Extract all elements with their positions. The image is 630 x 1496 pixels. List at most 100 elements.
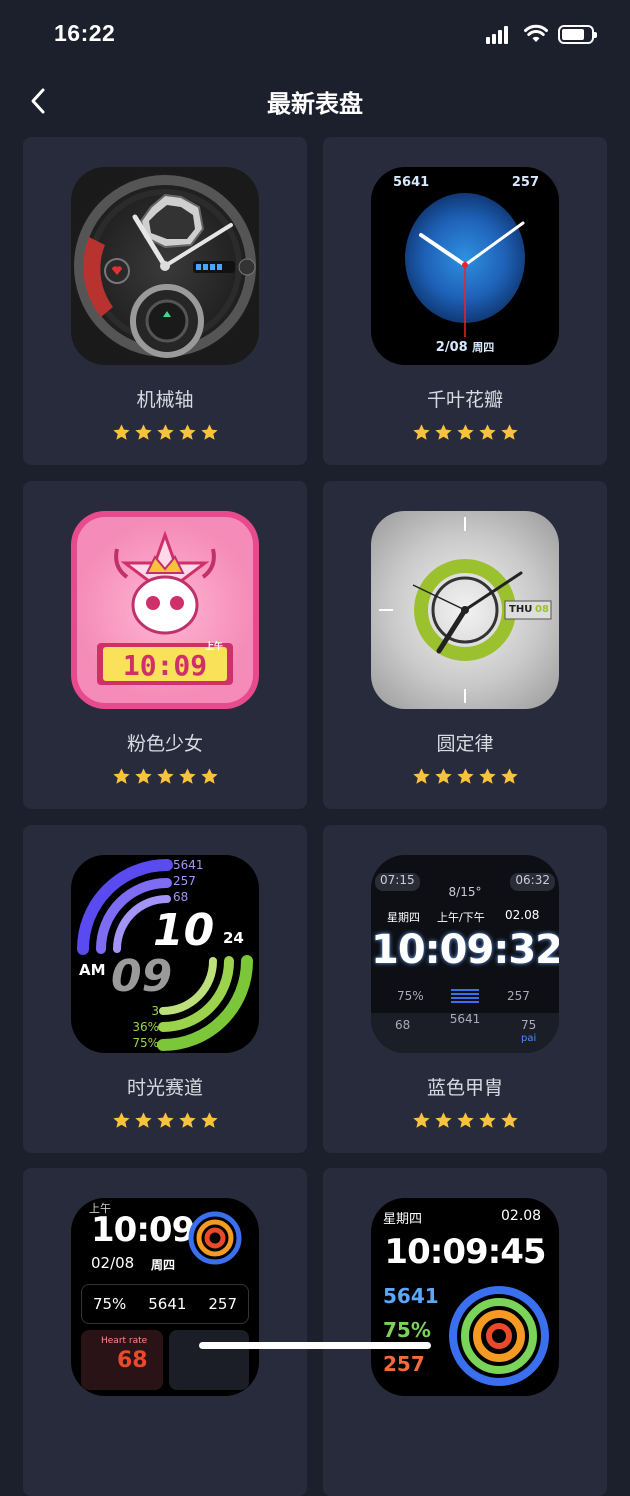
watch-face-card[interactable]: 10:09 上午 粉色少女 <box>23 481 307 809</box>
weekday-value: 星期四 <box>387 911 420 924</box>
watch-face-card[interactable]: THU 08 圆定律 <box>323 481 607 809</box>
metric-heart-rate: 68 <box>173 890 189 904</box>
watch-face-card[interactable]: 星期四 02.08 10:09:45 5641 75% 257 <box>323 1168 607 1496</box>
watch-face-preview[interactable]: 上午 10:09 02/08 周四 75% 5641 257 Heart rat… <box>71 1198 259 1396</box>
watch-face-preview[interactable]: 10:09 上午 <box>71 511 259 709</box>
watch-face-card[interactable]: 机械轴 <box>23 137 307 465</box>
home-indicator[interactable] <box>199 1342 431 1349</box>
watch-face-card[interactable]: 5641 257 2/08 周四 千叶花瓣 <box>323 137 607 465</box>
watch-face-preview[interactable]: 5641 257 68 10 24 AM 09 3 36% 75% <box>71 855 259 1053</box>
activity-rings-icon <box>188 1211 242 1265</box>
status-bar: 16:22 <box>0 0 630 70</box>
date-value: 02.08 <box>501 1208 542 1224</box>
star-icon <box>156 768 174 784</box>
date-value: 02.08 <box>505 908 540 922</box>
weekday-value: 星期四 <box>383 1212 423 1227</box>
star-icon <box>500 424 518 440</box>
time-display: 10:09:32 <box>371 927 559 973</box>
sunset-time: 06:32 <box>510 873 555 891</box>
star-icon <box>156 1112 174 1128</box>
hour-display: 10 <box>153 905 215 956</box>
star-icon <box>456 1112 474 1128</box>
star-icon <box>478 768 496 784</box>
pai-value: 75 <box>521 1018 537 1032</box>
ampm-label: 上午 <box>205 642 224 652</box>
star-icon <box>412 424 430 440</box>
metric-3: 75% <box>132 1036 159 1050</box>
star-icon <box>112 1112 130 1128</box>
watch-face-preview[interactable]: 07:15 8/15° 06:32 星期四 上午/下午 02.08 10:09:… <box>371 855 559 1053</box>
star-icon <box>456 424 474 440</box>
star-icon <box>412 768 430 784</box>
activity-rings-icon <box>449 1286 549 1386</box>
ampm-label: AM <box>79 961 106 979</box>
calories-value: 257 <box>208 1295 238 1313</box>
heart-rate-value: 68 <box>117 1348 148 1373</box>
time-display: 10:09 <box>91 1210 195 1250</box>
weekday-value: THU <box>509 604 533 615</box>
metric-1: 3 <box>151 1004 159 1018</box>
battery-icon <box>558 25 597 44</box>
time-display: 10:09 <box>122 649 208 682</box>
star-icon <box>134 424 152 440</box>
pai-label: pai <box>521 1033 537 1044</box>
watch-face-preview[interactable]: 5641 257 2/08 周四 <box>371 167 559 365</box>
ampm-label: 上午/下午 <box>437 911 485 924</box>
date-value: 02/08 <box>91 1254 135 1272</box>
time-display: 10:09:45 <box>384 1232 546 1272</box>
heart-rate-label: Heart rate <box>101 1336 148 1346</box>
nav-bar: 最新表盘 <box>0 74 630 128</box>
rating-stars <box>23 1111 307 1130</box>
calories-value: 257 <box>383 1352 425 1376</box>
cellular-signal-icon <box>486 26 508 44</box>
star-icon <box>500 1112 518 1128</box>
star-icon <box>200 1112 218 1128</box>
status-time: 16:22 <box>54 20 116 46</box>
metric-2: 36% <box>132 1020 159 1034</box>
temperature: 8/15° <box>448 885 482 899</box>
rating-stars <box>23 423 307 442</box>
face-name: 圆定律 <box>436 733 494 755</box>
rating-stars <box>323 767 607 786</box>
face-name: 粉色少女 <box>126 733 203 755</box>
sunrise-time: 07:15 <box>375 873 420 891</box>
star-icon <box>156 424 174 440</box>
watch-face-preview[interactable]: 星期四 02.08 10:09:45 5641 75% 257 <box>371 1198 559 1396</box>
star-icon <box>478 1112 496 1128</box>
battery-value: 75% <box>397 989 424 1003</box>
star-icon <box>500 768 518 784</box>
wifi-icon <box>524 24 548 42</box>
face-name: 机械轴 <box>136 389 194 411</box>
rating-stars <box>323 1111 607 1130</box>
page-title: 最新表盘 <box>267 90 363 118</box>
battery-value: 75% <box>92 1295 127 1313</box>
watch-face-card[interactable]: 5641 257 68 10 24 AM 09 3 36% 75% 时光赛道 <box>23 825 307 1153</box>
battery-value: 75% <box>383 1318 431 1342</box>
date-value: 08 <box>535 604 549 615</box>
mechanical-watch-art <box>74 175 256 358</box>
metric-steps: 5641 <box>173 858 204 872</box>
face-name: 蓝色甲胄 <box>426 1077 503 1099</box>
watch-face-preview[interactable] <box>71 167 259 365</box>
star-icon <box>434 1112 452 1128</box>
watch-face-card[interactable]: 上午 10:09 02/08 周四 75% 5641 257 Heart rat… <box>23 1168 307 1496</box>
face-name: 时光赛道 <box>126 1077 203 1099</box>
star-icon <box>178 424 196 440</box>
star-icon <box>456 768 474 784</box>
rating-stars <box>323 423 607 442</box>
weekday-value: 周四 <box>472 341 495 354</box>
metric-calories: 257 <box>173 874 196 888</box>
face-name: 千叶花瓣 <box>426 389 503 411</box>
watch-face-preview[interactable]: THU 08 <box>371 511 559 709</box>
steps-value: 5641 <box>383 1284 439 1308</box>
watch-face-card[interactable]: 07:15 8/15° 06:32 星期四 上午/下午 02.08 10:09:… <box>323 825 607 1153</box>
clock-hands <box>419 221 525 337</box>
star-icon <box>134 1112 152 1128</box>
star-icon <box>434 424 452 440</box>
star-icon <box>200 424 218 440</box>
weekday-value: 周四 <box>151 1258 176 1272</box>
steps-value: 5641 <box>148 1295 187 1313</box>
star-icon <box>178 1112 196 1128</box>
rating-stars <box>23 767 307 786</box>
star-icon <box>112 768 130 784</box>
